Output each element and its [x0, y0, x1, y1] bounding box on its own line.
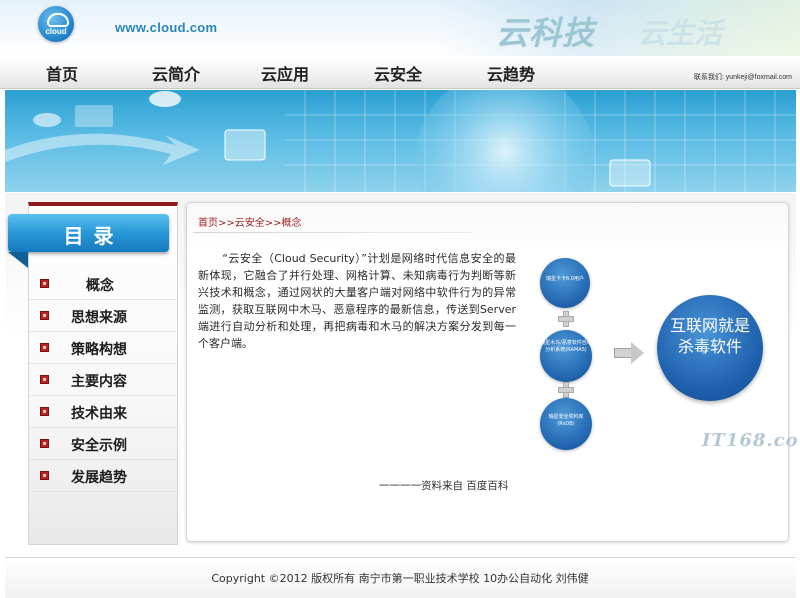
cloud-security-diagram: 瑞星卡卡6.0用户 瑞星木马/恶意软件自动分析系统(RAMAS) 瑞星安全资料库… — [526, 250, 800, 456]
sidebar-item-concept[interactable]: 概念 — [29, 268, 176, 300]
contact-info[interactable]: 联系我们: yunkeji@foxmail.com — [694, 72, 792, 82]
main-nav: 首页 云简介 云应用 云安全 云趋势 联系我们: yunkeji@foxmail… — [0, 56, 800, 89]
sidebar-item-label: 主要内容 — [71, 374, 127, 390]
diagram-node-users: 瑞星卡卡6.0用户 — [540, 258, 590, 308]
diagram-result-node: 互联网就是杀毒软件 — [657, 295, 763, 401]
sidebar-item-label: 思想来源 — [71, 310, 127, 326]
image-watermark: IT168.com — [702, 430, 800, 451]
square-bullet-icon — [40, 343, 49, 352]
square-bullet-icon — [40, 407, 49, 416]
square-bullet-icon — [40, 311, 49, 320]
sidebar-item-label: 概念 — [86, 278, 114, 294]
diagram-node-label: 瑞星卡卡6.0用户 — [546, 276, 584, 282]
nav-item-cloud-security[interactable]: 云安全 — [374, 61, 422, 85]
article-text: “云安全（Cloud Security）”计划是网络时代信息安全的最新体现，它融… — [198, 252, 516, 350]
square-bullet-icon — [40, 439, 49, 448]
sidebar-header-fold — [8, 252, 28, 268]
square-bullet-icon — [40, 279, 49, 288]
diagram-node-label: 瑞星木马/恶意软件自动分析系统(RAMAS) — [540, 340, 592, 353]
copyright-text: Copyright ©2012 版权所有 南宁市第一职业技术学校 10办公自动化… — [211, 572, 589, 585]
plus-icon — [558, 382, 574, 398]
hero-banner — [5, 90, 796, 192]
nav-item-cloud-trends[interactable]: 云趋势 — [487, 61, 535, 85]
diagram-node-analysis-system: 瑞星木马/恶意软件自动分析系统(RAMAS) — [540, 330, 592, 382]
sidebar-item-label: 发展趋势 — [71, 470, 127, 486]
breadcrumb[interactable]: 首页>>云安全>>概念 — [198, 214, 302, 229]
brand-secondary: 云生活 — [638, 17, 723, 50]
diagram-node-database: 瑞星安全资料库(RsDB) — [540, 398, 592, 450]
banner-illustration — [5, 90, 796, 192]
header-decoration — [440, 0, 800, 56]
square-bullet-icon — [40, 471, 49, 480]
brand-primary: 云科技 — [496, 14, 596, 52]
sidebar-item-label: 策略构想 — [71, 342, 127, 358]
sidebar-item-strategy[interactable]: 策略构想 — [29, 332, 176, 364]
site-header: cloud www.cloud.com 云科技 云生活 — [0, 0, 800, 56]
sidebar-item-main-content[interactable]: 主要内容 — [29, 364, 176, 396]
arrow-right-icon — [614, 342, 644, 364]
logo-text: cloud — [45, 27, 67, 36]
sidebar-item-trends[interactable]: 发展趋势 — [29, 460, 176, 492]
sidebar-item-security-examples[interactable]: 安全示例 — [29, 428, 176, 460]
diagram-result-label: 互联网就是杀毒软件 — [669, 316, 750, 356]
nav-item-cloud-intro[interactable]: 云简介 — [152, 61, 200, 85]
diagram-node-label: 瑞星安全资料库(RsDB) — [548, 414, 584, 427]
sidebar-item-label: 安全示例 — [71, 438, 127, 454]
site-url[interactable]: www.cloud.com — [115, 20, 217, 35]
source-citation: 一一一一资料来自 百度百科 — [379, 480, 509, 492]
cloud-icon — [47, 13, 69, 27]
sidebar-item-origin[interactable]: 思想来源 — [29, 300, 176, 332]
square-bullet-icon — [40, 375, 49, 384]
nav-item-home[interactable]: 首页 — [46, 61, 78, 85]
cloud-logo[interactable]: cloud — [38, 6, 74, 42]
nav-item-cloud-apps[interactable]: 云应用 — [261, 61, 309, 85]
plus-icon — [558, 311, 574, 327]
sidebar-item-label: 技术由来 — [71, 406, 127, 422]
sidebar-item-tech-history[interactable]: 技术由来 — [29, 396, 176, 428]
breadcrumb-divider — [193, 232, 473, 233]
sidebar-menu: 概念 思想来源 策略构想 主要内容 技术由来 安全示例 发展趋势 — [29, 268, 176, 492]
sidebar-header: 目录 — [8, 214, 169, 252]
sidebar-title: 目录 — [63, 224, 124, 248]
